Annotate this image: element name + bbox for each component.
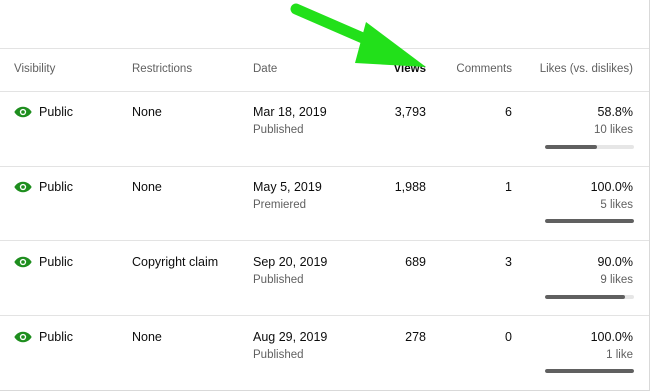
video-table: Visibility Restrictions Date Views Comme… <box>0 0 650 391</box>
annotation-arrow-icon <box>290 3 426 67</box>
column-header-visibility[interactable]: Visibility <box>14 63 55 75</box>
visibility-label: Public <box>39 105 74 119</box>
views-value: 689 <box>405 255 426 269</box>
eye-icon <box>14 331 32 343</box>
column-header-comments[interactable]: Comments <box>456 63 512 75</box>
date-value: Mar 18, 2019 <box>253 105 327 119</box>
views-value: 1,988 <box>394 180 426 194</box>
restrictions-value[interactable]: Copyright claim <box>132 255 218 269</box>
date-value: Aug 29, 2019 <box>253 330 328 344</box>
divider <box>0 315 649 316</box>
views-value: 3,793 <box>394 105 426 119</box>
eye-icon <box>14 106 32 118</box>
likes-ratio-bar <box>545 145 634 149</box>
likes-count: 5 likes <box>600 199 633 211</box>
visibility-label: Public <box>39 255 74 269</box>
status-text: Published <box>253 124 304 136</box>
visibility-label: Public <box>39 180 74 194</box>
likes-percent: 58.8% <box>597 105 633 119</box>
eye-icon <box>14 181 32 193</box>
likes-ratio-bar <box>545 295 634 299</box>
likes-count: 10 likes <box>594 124 633 136</box>
divider <box>0 166 649 167</box>
visibility-label: Public <box>39 330 74 344</box>
likes-count: 9 likes <box>600 274 633 286</box>
likes-ratio-fill <box>545 369 634 373</box>
status-text: Published <box>253 274 304 286</box>
views-value: 278 <box>405 330 426 344</box>
column-header-date[interactable]: Date <box>253 63 277 75</box>
likes-ratio-fill <box>545 145 598 149</box>
eye-icon <box>14 256 32 268</box>
comments-value: 0 <box>505 330 512 344</box>
likes-percent: 100.0% <box>590 330 633 344</box>
likes-percent: 90.0% <box>597 255 633 269</box>
likes-percent: 100.0% <box>590 180 633 194</box>
likes-ratio-bar <box>545 219 634 223</box>
status-text: Premiered <box>253 199 307 211</box>
divider <box>0 240 649 241</box>
comments-value: 6 <box>505 105 512 119</box>
column-header-restrictions[interactable]: Restrictions <box>132 63 192 75</box>
comments-value: 3 <box>505 255 512 269</box>
date-value: May 5, 2019 <box>253 180 322 194</box>
divider <box>0 91 649 92</box>
column-header-likes[interactable]: Likes (vs. dislikes) <box>540 63 633 75</box>
comments-value: 1 <box>505 180 512 194</box>
likes-ratio-fill <box>545 295 626 299</box>
likes-ratio-bar <box>545 369 634 373</box>
status-text: Published <box>253 349 304 361</box>
likes-ratio-fill <box>545 219 634 223</box>
restrictions-value: None <box>132 180 162 194</box>
restrictions-value: None <box>132 105 162 119</box>
likes-count: 1 like <box>606 349 633 361</box>
date-value: Sep 20, 2019 <box>253 255 328 269</box>
restrictions-value: None <box>132 330 162 344</box>
